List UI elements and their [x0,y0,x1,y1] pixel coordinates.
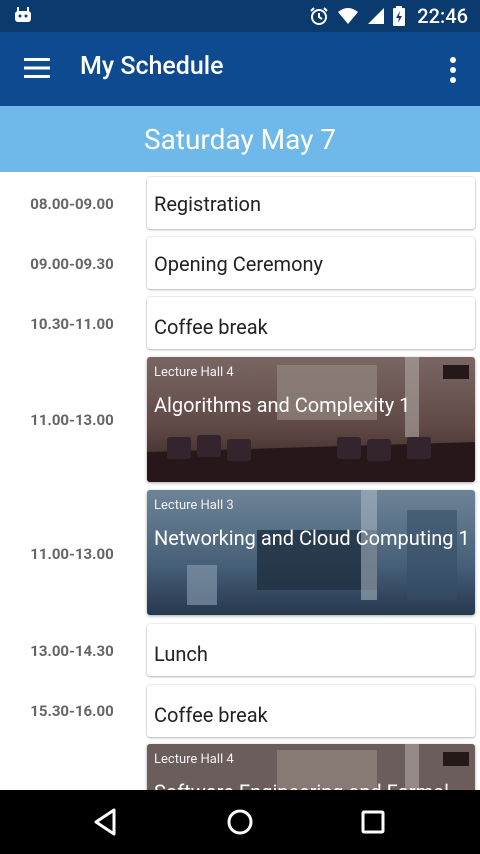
session-time: 08.00-09.00 [30,195,114,213]
session-venue: Lecture Hall 4 [154,752,234,767]
session-time: 10.30-11.00 [30,315,114,333]
lecture-card[interactable]: Lecture Hall 3 Networking and Cloud Comp… [147,490,475,615]
session-venue: Lecture Hall 4 [154,365,234,380]
back-icon[interactable] [88,804,124,840]
session-title: Algorithms and Complexity 1 [154,393,411,417]
status-time: 22:46 [417,4,468,28]
schedule-row: 13.00-14.30 Lunch [0,624,480,676]
session-time: 11.00-13.00 [30,545,114,563]
schedule-row: Lecture Hall 4 Software Engineering and … [0,744,480,790]
session-title: Networking and Cloud Computing 1 [154,526,470,550]
android-icon [15,7,31,22]
session-title: Opening Ceremony [154,252,324,276]
wifi-icon [338,8,359,24]
signal-icon [368,8,385,24]
session-card[interactable]: Coffee break [147,685,475,737]
session-time: 15.30-16.00 [30,702,114,720]
date-header: Saturday May 7 [0,106,480,172]
schedule-row: 11.00-13.00 Lecture Hall 4 Algorithms an… [0,357,480,482]
session-title: Registration [154,192,262,216]
session-title: Lunch [154,642,208,666]
recents-icon[interactable] [355,804,391,840]
session-card[interactable]: Opening Ceremony [147,237,475,289]
lecture-card[interactable]: Lecture Hall 4 Algorithms and Complexity… [147,357,475,482]
session-time: 13.00-14.30 [30,642,114,660]
schedule-row: 09.00-09.30 Opening Ceremony [0,237,480,289]
session-card[interactable]: Coffee break [147,297,475,349]
schedule-row: 08.00-09.00 Registration [0,177,480,229]
schedule-row: 11.00-13.00 Lecture Hall 3 Networking an… [0,490,480,615]
schedule-row: 10.30-11.00 Coffee break [0,297,480,349]
hamburger-menu-icon[interactable] [24,57,50,79]
date-label: Saturday May 7 [143,122,337,156]
alarm-icon [310,7,328,25]
battery-icon [393,6,406,26]
session-time: 11.00-13.00 [30,411,114,429]
session-venue: Lecture Hall 3 [154,498,234,513]
session-title: Coffee break [154,315,268,339]
session-title: Coffee break [154,703,268,727]
schedule-list[interactable]: 08.00-09.00 Registration 09.00-09.30 Ope… [0,172,480,790]
status-bar: 22:46 [0,0,480,32]
session-card[interactable]: Registration [147,177,475,229]
system-nav-bar [0,790,480,854]
app-bar: My Schedule [0,32,480,106]
home-icon[interactable] [222,804,258,840]
session-time: 09.00-09.30 [30,255,114,273]
schedule-row: 15.30-16.00 Coffee break [0,685,480,737]
session-card[interactable]: Lunch [147,624,475,676]
page-title: My Schedule [80,52,224,81]
session-title: Software Engineering and Formal [154,780,449,790]
lecture-card[interactable]: Lecture Hall 4 Software Engineering and … [147,744,475,790]
more-vert-icon[interactable] [448,56,458,84]
